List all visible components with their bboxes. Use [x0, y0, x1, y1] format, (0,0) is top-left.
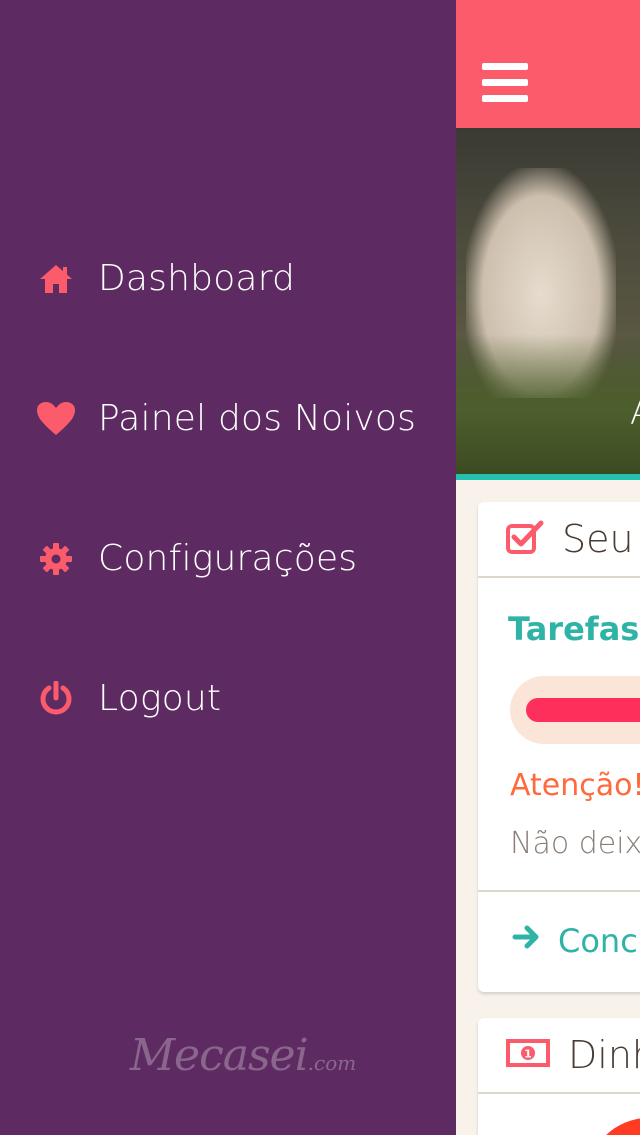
home-icon [36, 259, 76, 299]
money-card-title: Dinh [568, 1033, 640, 1077]
hero-caption: A [630, 393, 640, 433]
menu-item-dashboard-label: Dashboard [98, 258, 296, 299]
gear-icon [36, 539, 76, 579]
tasks-subtitle: Tarefas c [508, 610, 640, 648]
arrow-right-icon [512, 922, 542, 960]
warning-title: Atenção! [510, 768, 640, 803]
menu-item-painel-dos-noivos[interactable]: Painel dos Noivos [36, 398, 416, 439]
menu-item-painel-label: Painel dos Noivos [98, 398, 417, 439]
menu-item-logout[interactable]: Logout [36, 678, 221, 719]
svg-text:1: 1 [524, 1048, 532, 1061]
heart-icon [36, 399, 76, 439]
menu-item-logout-label: Logout [98, 678, 222, 719]
brand-logo-suffix: .com [307, 1051, 357, 1075]
app-screen: Dashboard Painel dos Noivos Configuraçõe… [0, 0, 640, 1135]
main-content: A Seu Tarefas c Atenção! Não deixe [456, 0, 640, 1135]
tasks-card: Seu Tarefas c Atenção! Não deixe Concl [478, 502, 640, 992]
brand-logo: Mecasei.com [130, 1030, 356, 1094]
money-card-header: 1 Dinh [478, 1018, 640, 1094]
conclude-link[interactable]: Concl [512, 922, 640, 960]
money-card: 1 Dinh [478, 1018, 640, 1135]
hamburger-icon[interactable] [482, 63, 528, 103]
checkbox-icon [506, 520, 544, 558]
tasks-progress-fill [526, 698, 640, 722]
menu-item-configuracoes-label: Configurações [98, 538, 358, 579]
menu-item-configuracoes[interactable]: Configurações [36, 538, 357, 579]
brand-logo-text: Mecasei [130, 1030, 309, 1081]
warning-text: Não deixe [510, 826, 640, 861]
money-chart-fragment [588, 1118, 640, 1135]
conclude-link-label: Concl [558, 922, 640, 960]
top-bar [456, 0, 640, 128]
power-icon [36, 679, 76, 719]
banknote-icon: 1 [506, 1038, 550, 1072]
card-divider [478, 890, 640, 892]
tasks-card-title: Seu [562, 517, 634, 561]
tasks-card-header: Seu [478, 502, 640, 578]
side-drawer: Dashboard Painel dos Noivos Configuraçõe… [0, 0, 456, 1135]
menu-item-dashboard[interactable]: Dashboard [36, 258, 295, 299]
tasks-progress-bar [510, 676, 640, 744]
hero-image: A [456, 128, 640, 474]
hero-divider [456, 474, 640, 480]
